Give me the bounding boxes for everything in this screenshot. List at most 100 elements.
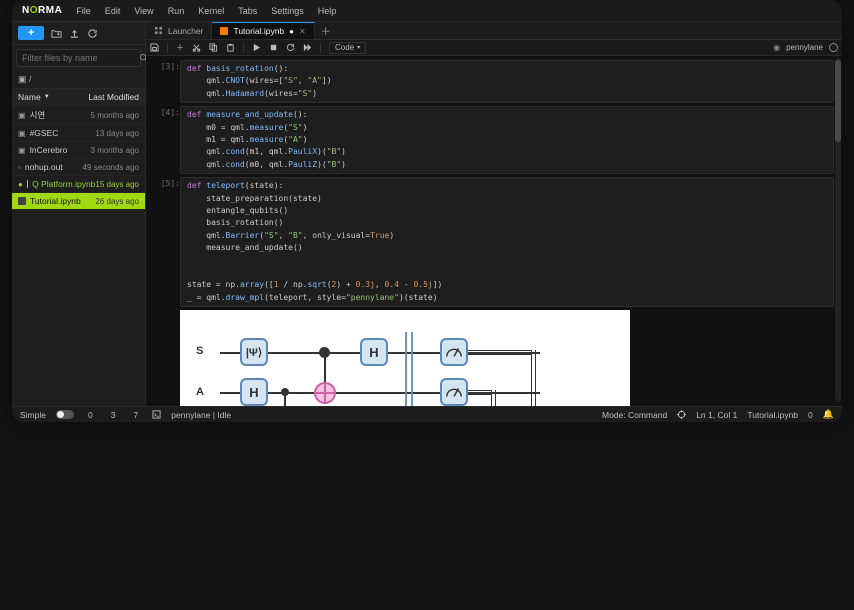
chevron-down-icon: ▾ xyxy=(357,44,360,51)
status-bar: Simple 0 3 7 pennylane | Idle Mode: Comm… xyxy=(12,406,842,422)
status-filecount: 0 xyxy=(808,410,813,420)
barrier xyxy=(411,332,413,406)
menu-run[interactable]: Run xyxy=(168,6,185,16)
running-indicator-icon: ● xyxy=(18,180,23,189)
notebook-icon xyxy=(27,180,28,188)
upload-icon[interactable] xyxy=(68,27,80,39)
wire-label-s: S xyxy=(196,345,203,357)
add-cell-icon[interactable]: ＋ xyxy=(176,42,184,53)
file-name: 시연 xyxy=(30,109,46,121)
gate-measure-a xyxy=(440,378,468,406)
tab-dirty-indicator-icon: ● xyxy=(289,27,294,36)
sidebar-toolbar: + xyxy=(12,22,145,45)
cell-type-label: Code xyxy=(335,43,354,52)
tab-label: Tutorial.ipynb xyxy=(233,26,284,36)
new-launcher-button[interactable]: + xyxy=(18,26,44,40)
menu-file[interactable]: File xyxy=(76,6,91,16)
notebook-trust-icon[interactable]: ◉ xyxy=(773,43,780,52)
code-input[interactable]: def measure_and_update(): m0 = qml.measu… xyxy=(180,106,834,174)
refresh-icon[interactable] xyxy=(86,27,98,39)
gate-measure-s xyxy=(440,338,468,366)
notebook-icon xyxy=(18,197,26,205)
file-row[interactable]: ▣시연 5 months ago xyxy=(12,106,145,125)
status-count[interactable]: 0 xyxy=(84,410,97,420)
header-name[interactable]: Name xyxy=(18,92,41,102)
notebook-area[interactable]: [3]: def basis_rotation(): qml.CNOT(wire… xyxy=(146,56,842,406)
file-modified: 5 months ago xyxy=(91,111,139,120)
filter-input[interactable] xyxy=(22,53,139,63)
header-modified[interactable]: Last Modified xyxy=(88,92,139,102)
file-row[interactable]: ▣InCerebro 3 months ago xyxy=(12,142,145,159)
cut-icon[interactable] xyxy=(192,43,201,52)
gate-state-prep: |Ψ⟩ xyxy=(240,338,268,366)
scrollbar-vertical[interactable] xyxy=(835,58,841,402)
notebook-icon xyxy=(220,27,228,35)
status-count[interactable]: 3 xyxy=(107,410,120,420)
status-count[interactable]: 7 xyxy=(129,410,142,420)
file-name: #GSEC xyxy=(30,128,59,138)
code-cell[interactable]: [4]: def measure_and_update(): m0 = qml.… xyxy=(150,106,834,174)
menu-tabs[interactable]: Tabs xyxy=(238,6,257,16)
tab-bar: Launcher Tutorial.ipynb ● ✕ ＋ xyxy=(146,22,842,40)
brand-accent: O xyxy=(30,5,38,16)
file-modified: 13 days ago xyxy=(95,129,139,138)
brand-prefix: N xyxy=(22,5,30,16)
file-icon: ▫ xyxy=(18,163,21,172)
kernel-status[interactable]: pennylane | Idle xyxy=(171,410,231,420)
file-modified: 15 days ago xyxy=(95,180,139,189)
copy-icon[interactable] xyxy=(209,43,218,52)
brand-logo: NORMA xyxy=(22,5,62,16)
menu-settings[interactable]: Settings xyxy=(271,6,304,16)
file-name: nohup.out xyxy=(25,162,63,172)
menu-help[interactable]: Help xyxy=(318,6,337,16)
terminals-icon[interactable] xyxy=(152,410,161,419)
app-window: NORMA File Edit View Run Kernel Tabs Set… xyxy=(12,0,842,422)
file-name: Q Platform.ipynb xyxy=(32,179,95,189)
new-tab-button[interactable]: ＋ xyxy=(315,23,337,38)
barrier xyxy=(405,332,407,406)
simple-toggle[interactable] xyxy=(56,410,74,419)
scrollbar-thumb[interactable] xyxy=(835,60,841,142)
code-input[interactable]: def basis_rotation(): qml.CNOT(wires=["S… xyxy=(180,60,834,103)
new-folder-icon[interactable] xyxy=(50,27,62,39)
wire-label-a: A xyxy=(196,386,204,398)
restart-run-all-icon[interactable] xyxy=(303,43,312,52)
cursor-target-icon xyxy=(677,410,686,419)
file-row[interactable]: ▫nohup.out 49 seconds ago xyxy=(12,159,145,176)
status-filename: Tutorial.ipynb xyxy=(747,410,798,420)
cell-type-select[interactable]: Code ▾ xyxy=(329,42,366,54)
tab-launcher[interactable]: Launcher xyxy=(146,22,212,39)
restart-icon[interactable] xyxy=(286,43,295,52)
folder-icon: ▣ xyxy=(18,146,26,155)
run-icon[interactable] xyxy=(252,43,261,52)
classical-wire xyxy=(531,350,536,406)
filter-box[interactable] xyxy=(16,49,141,67)
gate-h: H xyxy=(240,378,268,406)
menu-view[interactable]: View xyxy=(134,6,153,16)
classical-wire xyxy=(468,350,532,355)
kernel-status-icon xyxy=(829,43,838,52)
menubar: NORMA File Edit View Run Kernel Tabs Set… xyxy=(12,0,842,22)
paste-icon[interactable] xyxy=(226,43,235,52)
save-icon[interactable] xyxy=(150,43,159,52)
file-row[interactable]: Tutorial.ipynb 26 days ago xyxy=(12,193,145,210)
menu-kernel[interactable]: Kernel xyxy=(198,6,224,16)
tab-tutorial[interactable]: Tutorial.ipynb ● ✕ xyxy=(212,22,314,39)
kernel-name[interactable]: pennylane xyxy=(786,43,823,52)
menu-edit[interactable]: Edit xyxy=(105,6,121,16)
bell-icon[interactable]: 🔔 xyxy=(823,409,834,420)
file-row[interactable]: ● Q Platform.ipynb 15 days ago xyxy=(12,176,145,193)
code-cell[interactable]: [5]: def teleport(state): state_preparat… xyxy=(150,177,834,307)
file-row[interactable]: ▣#GSEC 13 days ago xyxy=(12,125,145,142)
file-list-header: Name▼ Last Modified xyxy=(12,89,145,106)
breadcrumb-path: / xyxy=(29,74,32,84)
stop-icon[interactable] xyxy=(269,43,278,52)
breadcrumb[interactable]: ▣ / xyxy=(12,71,145,89)
close-icon[interactable]: ✕ xyxy=(299,27,306,36)
code-input[interactable]: def teleport(state): state_preparation(s… xyxy=(180,177,834,307)
cell-output-figure: S A B |Ψ⟩ H xyxy=(180,310,630,406)
file-name: InCerebro xyxy=(30,145,68,155)
file-name: Tutorial.ipynb xyxy=(30,196,81,206)
tab-label: Launcher xyxy=(168,26,203,36)
code-cell[interactable]: [3]: def basis_rotation(): qml.CNOT(wire… xyxy=(150,60,834,103)
